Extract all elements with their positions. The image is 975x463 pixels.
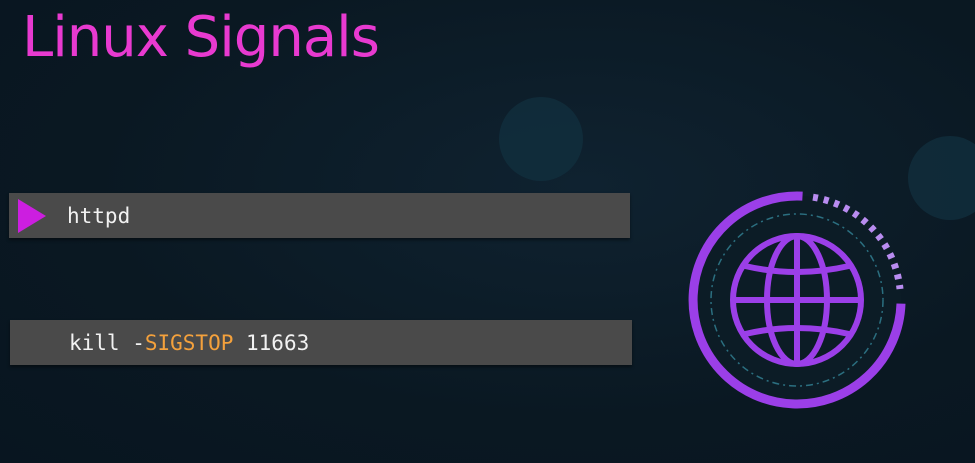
command-prefix: kill - <box>69 330 145 355</box>
command-bar-httpd: httpd <box>9 193 630 238</box>
slide-title: Linux Signals <box>22 5 380 70</box>
signal-keyword: SIGSTOP <box>144 330 234 355</box>
command-text: httpd <box>67 203 131 228</box>
globe-lines <box>730 233 864 367</box>
command-bar-kill: kill -SIGSTOP 11663 <box>10 320 632 365</box>
globe-graphic <box>683 186 911 414</box>
decorative-circle <box>499 97 583 181</box>
command-text: kill -SIGSTOP 11663 <box>69 331 309 355</box>
globe-icon <box>688 191 906 409</box>
play-triangle-icon <box>18 198 46 233</box>
slide: Linux Signals httpd kill -SIGSTOP 11663 <box>0 0 975 463</box>
command-suffix: 11663 <box>233 330 310 355</box>
decorative-circle <box>908 136 975 220</box>
